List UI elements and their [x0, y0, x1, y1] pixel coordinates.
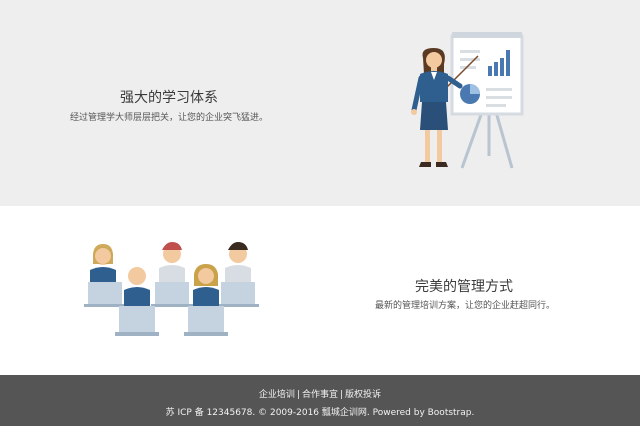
shoe-right [436, 162, 448, 167]
person-back-3 [225, 242, 251, 286]
person-front-1 [124, 267, 150, 310]
shoe-left [419, 162, 431, 167]
skirt [420, 102, 448, 130]
text-line [460, 58, 480, 61]
text-line [486, 88, 512, 91]
footer-link-cooperation[interactable]: 合作事宜 [302, 390, 338, 400]
laptop-base [151, 304, 193, 307]
footer-separator: | [340, 390, 344, 400]
presenter-illustration [411, 32, 524, 169]
laptop-front-1 [119, 306, 155, 332]
team-illustration [84, 242, 259, 336]
person-back-1 [90, 244, 116, 286]
easel-leg-right [494, 111, 514, 169]
laptop-back-2 [155, 282, 189, 304]
leg-left [425, 130, 430, 162]
text-line [486, 96, 512, 99]
footer-copyright: 苏 ICP 备 12345678. © 2009-2016 瓢城企训网. Pow… [165, 408, 475, 418]
bar-2 [494, 62, 498, 76]
laptop-base [115, 332, 159, 336]
management-method-title: 完美的管理方式 [415, 279, 513, 295]
laptop-back-1 [88, 282, 122, 304]
footer-separator: | [296, 390, 300, 400]
board-top-bar [452, 32, 522, 38]
bar-4 [506, 50, 510, 76]
footer-links: 企业培训 | 合作事宜 | 版权投诉 [0, 387, 640, 400]
page-footer [0, 375, 640, 426]
leg-right [437, 130, 442, 162]
learning-system-title: 强大的学习体系 [120, 90, 218, 106]
arm-left [411, 75, 424, 113]
easel-leg-left [460, 111, 484, 169]
footer-link-copyright-complaint[interactable]: 版权投诉 [345, 390, 381, 400]
laptop-base [184, 332, 228, 336]
text-line [460, 50, 480, 53]
learning-system-description: 经过管理学大师层层把关，让您的企业突飞猛进。 [69, 113, 268, 123]
laptop-front-2 [188, 306, 224, 332]
management-method-description: 最新的管理培训方案，让您的企业赶超同行。 [374, 301, 555, 311]
bar-3 [500, 58, 504, 76]
footer-link-training[interactable]: 企业培训 [259, 390, 295, 400]
hand [411, 109, 417, 115]
person-back-2 [159, 242, 185, 286]
face [426, 52, 442, 68]
hero-section-learning [0, 0, 640, 206]
laptop-back-3 [221, 282, 255, 304]
chart-board [450, 34, 524, 116]
bar-1 [488, 66, 492, 76]
person-front-2 [193, 264, 219, 310]
text-line [486, 104, 506, 107]
